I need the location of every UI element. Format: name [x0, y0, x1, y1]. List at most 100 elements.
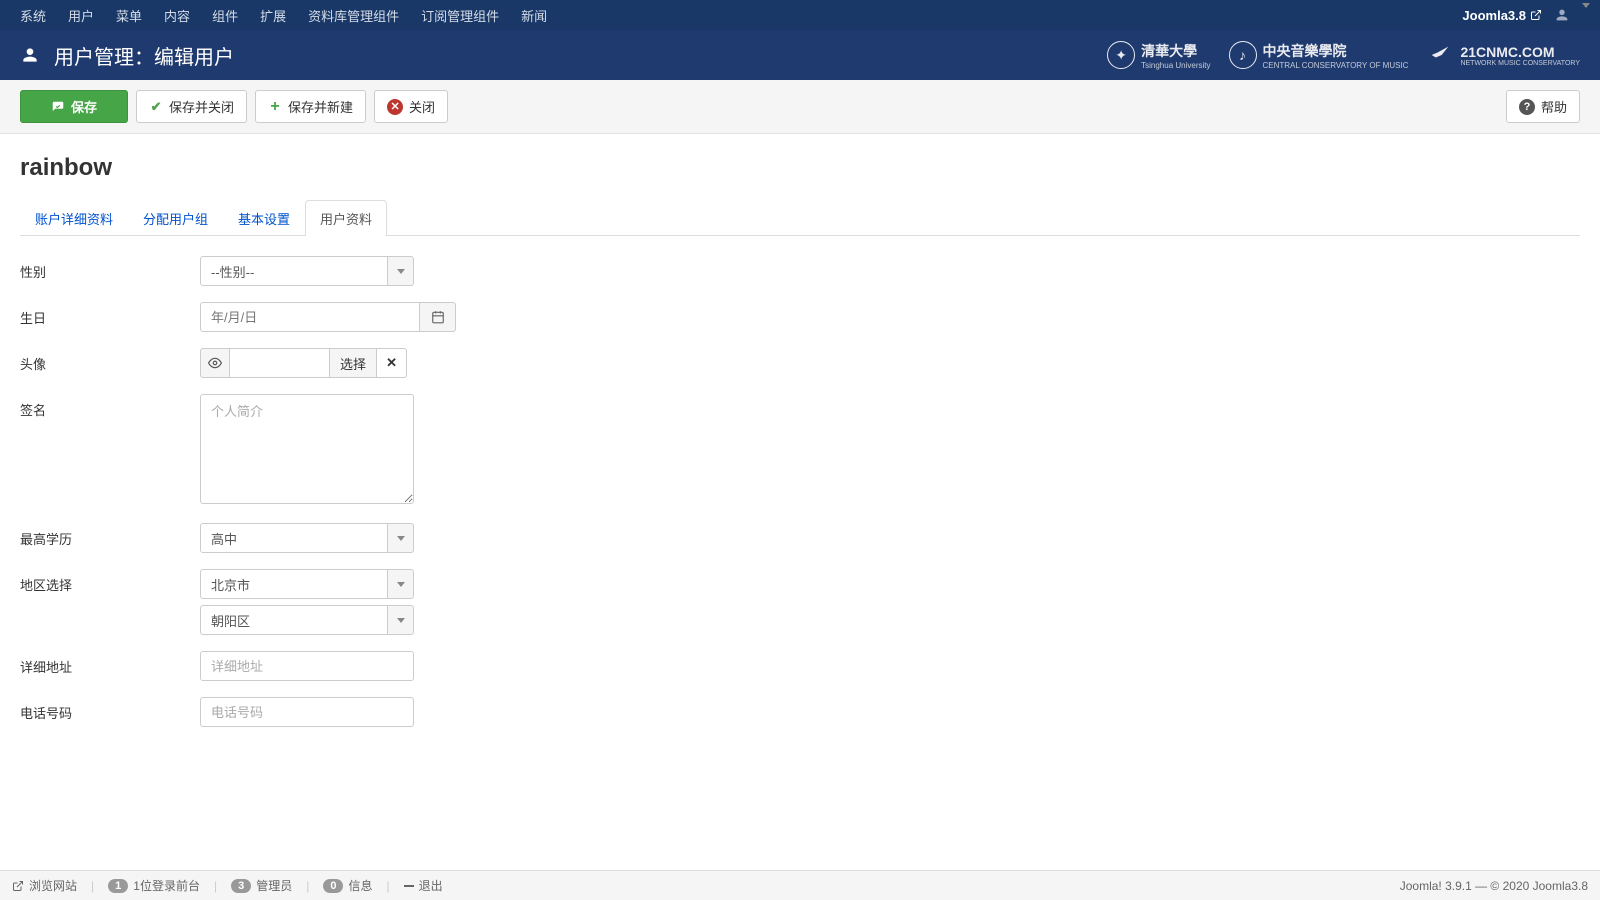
preview-button[interactable] — [200, 348, 230, 378]
content-area: rainbow 账户详细资料 分配用户组 基本设置 用户资料 性别 --性别--… — [0, 134, 1600, 763]
nav-subscription[interactable]: 订阅管理组件 — [411, 0, 509, 31]
messages-link[interactable]: 0 信息 — [323, 877, 372, 894]
admins-link[interactable]: 3 管理员 — [231, 877, 292, 894]
logo-tsinghua-sub: Tsinghua University — [1141, 61, 1210, 70]
caret-down-icon — [388, 256, 414, 286]
avatar-select-button[interactable]: 选择 — [330, 348, 377, 378]
x-icon: ✕ — [386, 355, 397, 371]
top-nav: 系统 用户 菜单 内容 组件 扩展 资料库管理组件 订阅管理组件 新闻 Joom… — [0, 0, 1600, 30]
tab-user-profile[interactable]: 用户资料 — [305, 200, 387, 236]
caret-down-icon[interactable] — [1582, 8, 1590, 23]
address-input[interactable] — [200, 651, 414, 681]
nav-system[interactable]: 系统 — [10, 0, 56, 31]
messages-label: 信息 — [348, 877, 372, 894]
logo-21cnmc-main: 21CNMC.COM — [1460, 44, 1580, 60]
calendar-button[interactable] — [420, 302, 456, 332]
logged-in-users[interactable]: 1 1位登录前台 — [108, 877, 200, 894]
row-birthday: 生日 — [20, 302, 1580, 332]
view-site-label: 浏览网站 — [29, 877, 77, 894]
nav-menus[interactable]: 菜单 — [106, 0, 152, 31]
district-value: 朝阳区 — [200, 605, 388, 635]
tab-list: 账户详细资料 分配用户组 基本设置 用户资料 — [20, 200, 1580, 236]
nav-news[interactable]: 新闻 — [511, 0, 557, 31]
logged-in-label: 1位登录前台 — [133, 877, 200, 894]
check-icon: ✔ — [149, 100, 163, 114]
site-link[interactable]: Joomla3.8 — [1462, 8, 1542, 23]
calendar-icon — [431, 310, 445, 324]
logo-seal-icon: ✦ — [1107, 41, 1135, 69]
tab-basic-settings[interactable]: 基本设置 — [223, 200, 305, 236]
admins-label: 管理员 — [256, 877, 292, 894]
logo-tsinghua-main: 清華大學 — [1141, 41, 1210, 61]
nav-components[interactable]: 组件 — [202, 0, 248, 31]
help-label: 帮助 — [1541, 97, 1567, 116]
tab-account-details[interactable]: 账户详细资料 — [20, 200, 128, 236]
view-site-link[interactable]: 浏览网站 — [12, 877, 77, 894]
logo-ccom: ♪ 中央音樂學院CENTRAL CONSERVATORY OF MUSIC — [1229, 41, 1409, 70]
footer-bar: 浏览网站 | 1 1位登录前台 | 3 管理员 | 0 信息 | 退出 Joom… — [0, 870, 1600, 900]
save-close-button[interactable]: ✔ 保存并关闭 — [136, 90, 247, 123]
footer-version: Joomla! 3.9.1 — © 2020 Joomla3.8 — [1400, 879, 1588, 893]
row-region: 地区选择 北京市 朝阳区 — [20, 569, 1580, 635]
row-education: 最高学历 高中 — [20, 523, 1580, 553]
label-phone: 电话号码 — [20, 697, 200, 722]
close-button[interactable]: ✕ 关闭 — [374, 90, 448, 123]
label-region: 地区选择 — [20, 569, 200, 594]
label-signature: 签名 — [20, 394, 200, 419]
phone-input[interactable] — [200, 697, 414, 727]
messages-count: 0 — [323, 879, 343, 893]
nav-library[interactable]: 资料库管理组件 — [298, 0, 409, 31]
save-button[interactable]: 保存 — [20, 90, 128, 123]
signature-textarea[interactable] — [200, 394, 414, 504]
nav-extensions[interactable]: 扩展 — [250, 0, 296, 31]
row-signature: 签名 — [20, 394, 1580, 507]
bird-icon — [1426, 45, 1454, 65]
top-nav-menu: 系统 用户 菜单 内容 组件 扩展 资料库管理组件 订阅管理组件 新闻 — [10, 0, 557, 31]
logo-seal-icon: ♪ — [1229, 41, 1257, 69]
district-select[interactable]: 朝阳区 — [200, 605, 414, 635]
logo-ccom-sub: CENTRAL CONSERVATORY OF MUSIC — [1263, 61, 1409, 70]
external-link-icon — [1530, 9, 1542, 21]
save-new-button[interactable]: + 保存并新建 — [255, 90, 366, 123]
toolbar: 保存 ✔ 保存并关闭 + 保存并新建 ✕ 关闭 ? 帮助 — [0, 80, 1600, 134]
admins-count: 3 — [231, 879, 251, 893]
save-close-label: 保存并关闭 — [169, 97, 234, 116]
minus-icon — [404, 885, 414, 887]
logo-21cnmc: 21CNMC.COMNETWORK MUSIC CONSERVATORY — [1426, 44, 1580, 67]
caret-down-icon — [388, 523, 414, 553]
top-nav-right: Joomla3.8 — [1462, 7, 1590, 23]
logout-link[interactable]: 退出 — [404, 877, 443, 894]
help-button[interactable]: ? 帮助 — [1506, 90, 1580, 123]
save-label: 保存 — [71, 97, 97, 116]
caret-down-icon — [388, 569, 414, 599]
site-name: Joomla3.8 — [1462, 8, 1526, 23]
plus-icon: + — [268, 100, 282, 114]
education-select[interactable]: 高中 — [200, 523, 414, 553]
gender-value: --性别-- — [200, 256, 388, 286]
close-label: 关闭 — [409, 97, 435, 116]
user-icon — [20, 45, 40, 65]
avatar-path-input[interactable] — [230, 348, 330, 378]
page-title: 用户管理：编辑用户 — [54, 41, 234, 70]
row-gender: 性别 --性别-- — [20, 256, 1580, 286]
logo-ccom-main: 中央音樂學院 — [1263, 41, 1409, 61]
avatar-clear-button[interactable]: ✕ — [377, 348, 407, 378]
gender-select[interactable]: --性别-- — [200, 256, 414, 286]
save-icon — [51, 100, 65, 114]
user-menu-icon[interactable] — [1554, 7, 1570, 23]
birthday-input[interactable] — [200, 302, 420, 332]
label-gender: 性别 — [20, 256, 200, 281]
row-avatar: 头像 选择 ✕ — [20, 348, 1580, 378]
external-link-icon — [12, 880, 24, 892]
label-avatar: 头像 — [20, 348, 200, 373]
logged-in-count: 1 — [108, 879, 128, 893]
label-birthday: 生日 — [20, 302, 200, 327]
nav-users[interactable]: 用户 — [58, 0, 104, 31]
row-address: 详细地址 — [20, 651, 1580, 681]
close-icon: ✕ — [387, 99, 403, 115]
tab-assign-groups[interactable]: 分配用户组 — [128, 200, 223, 236]
province-value: 北京市 — [200, 569, 388, 599]
label-address: 详细地址 — [20, 651, 200, 676]
province-select[interactable]: 北京市 — [200, 569, 414, 599]
nav-content[interactable]: 内容 — [154, 0, 200, 31]
